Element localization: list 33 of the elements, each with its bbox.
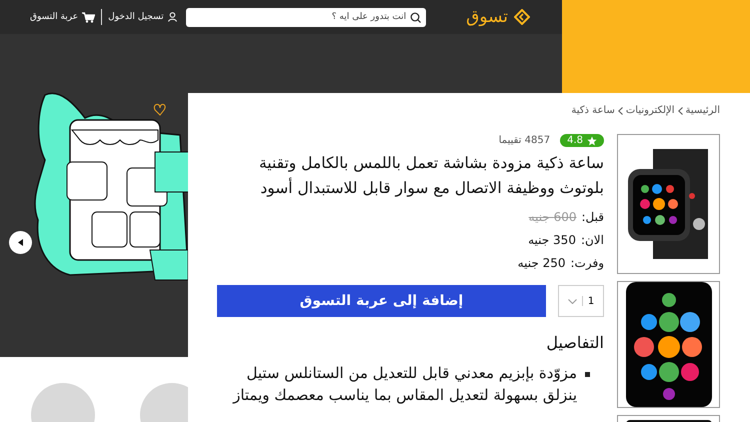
- cart-icon: [82, 12, 96, 22]
- breadcrumb-link[interactable]: الرئيسية: [686, 105, 720, 116]
- price-label: وفرت:: [570, 255, 604, 272]
- breadcrumb-link[interactable]: ساعة ذكية: [571, 105, 615, 116]
- search-field[interactable]: انت بتدور على ايه ؟: [186, 8, 426, 26]
- search-icon: [410, 12, 422, 22]
- detail-text: مزوّدة بإبزيم معدني قابل للتعديل من الستانلس ستيل ينزلق بسهولة لتعديل المقاس بما يناسب معصمك ويمتاز: [232, 363, 577, 406]
- old-price: 600 جنيه: [528, 209, 576, 226]
- price-label: قبل:: [582, 209, 604, 226]
- quantity-select[interactable]: 1: [558, 285, 604, 317]
- rating-badge: 4.8: [560, 134, 604, 147]
- review-count: 4857 تقييما: [498, 135, 550, 146]
- chevron-down-icon: [568, 298, 577, 304]
- chevron-icon: [618, 106, 623, 114]
- product-title: ساعة ذكية مزودة بشاشة تعمل باللمس بالكامل وتقنية بلوتوث ووظيفة الاتصال مع سوار قابل للاستبدال أسود: [258, 153, 604, 199]
- product-thumbnail[interactable]: [617, 134, 720, 274]
- cart-link[interactable]: عربة التسوق: [30, 12, 96, 22]
- price-label: الان:: [580, 232, 604, 249]
- login-link[interactable]: تسجيل الدخول: [108, 12, 177, 22]
- add-to-cart-button[interactable]: إضافة إلى عربة التسوق: [217, 285, 546, 317]
- diamond-code-icon: [514, 9, 530, 25]
- saved-amount: 250 جنيه: [518, 255, 566, 272]
- chevron-icon: [678, 106, 683, 114]
- breadcrumb-link[interactable]: الإلكترونيات: [626, 105, 675, 116]
- logo-text: تسوق: [466, 7, 508, 27]
- previous-slide-button[interactable]: [9, 231, 32, 254]
- bullet-icon: [585, 372, 590, 377]
- details-heading: التفاصيل: [546, 333, 604, 352]
- user-icon: [168, 12, 177, 22]
- current-price: 350 جنيه: [528, 232, 576, 249]
- logo[interactable]: تسوق: [466, 7, 530, 27]
- star-icon: [587, 136, 597, 146]
- left-arrow-icon: [18, 239, 23, 246]
